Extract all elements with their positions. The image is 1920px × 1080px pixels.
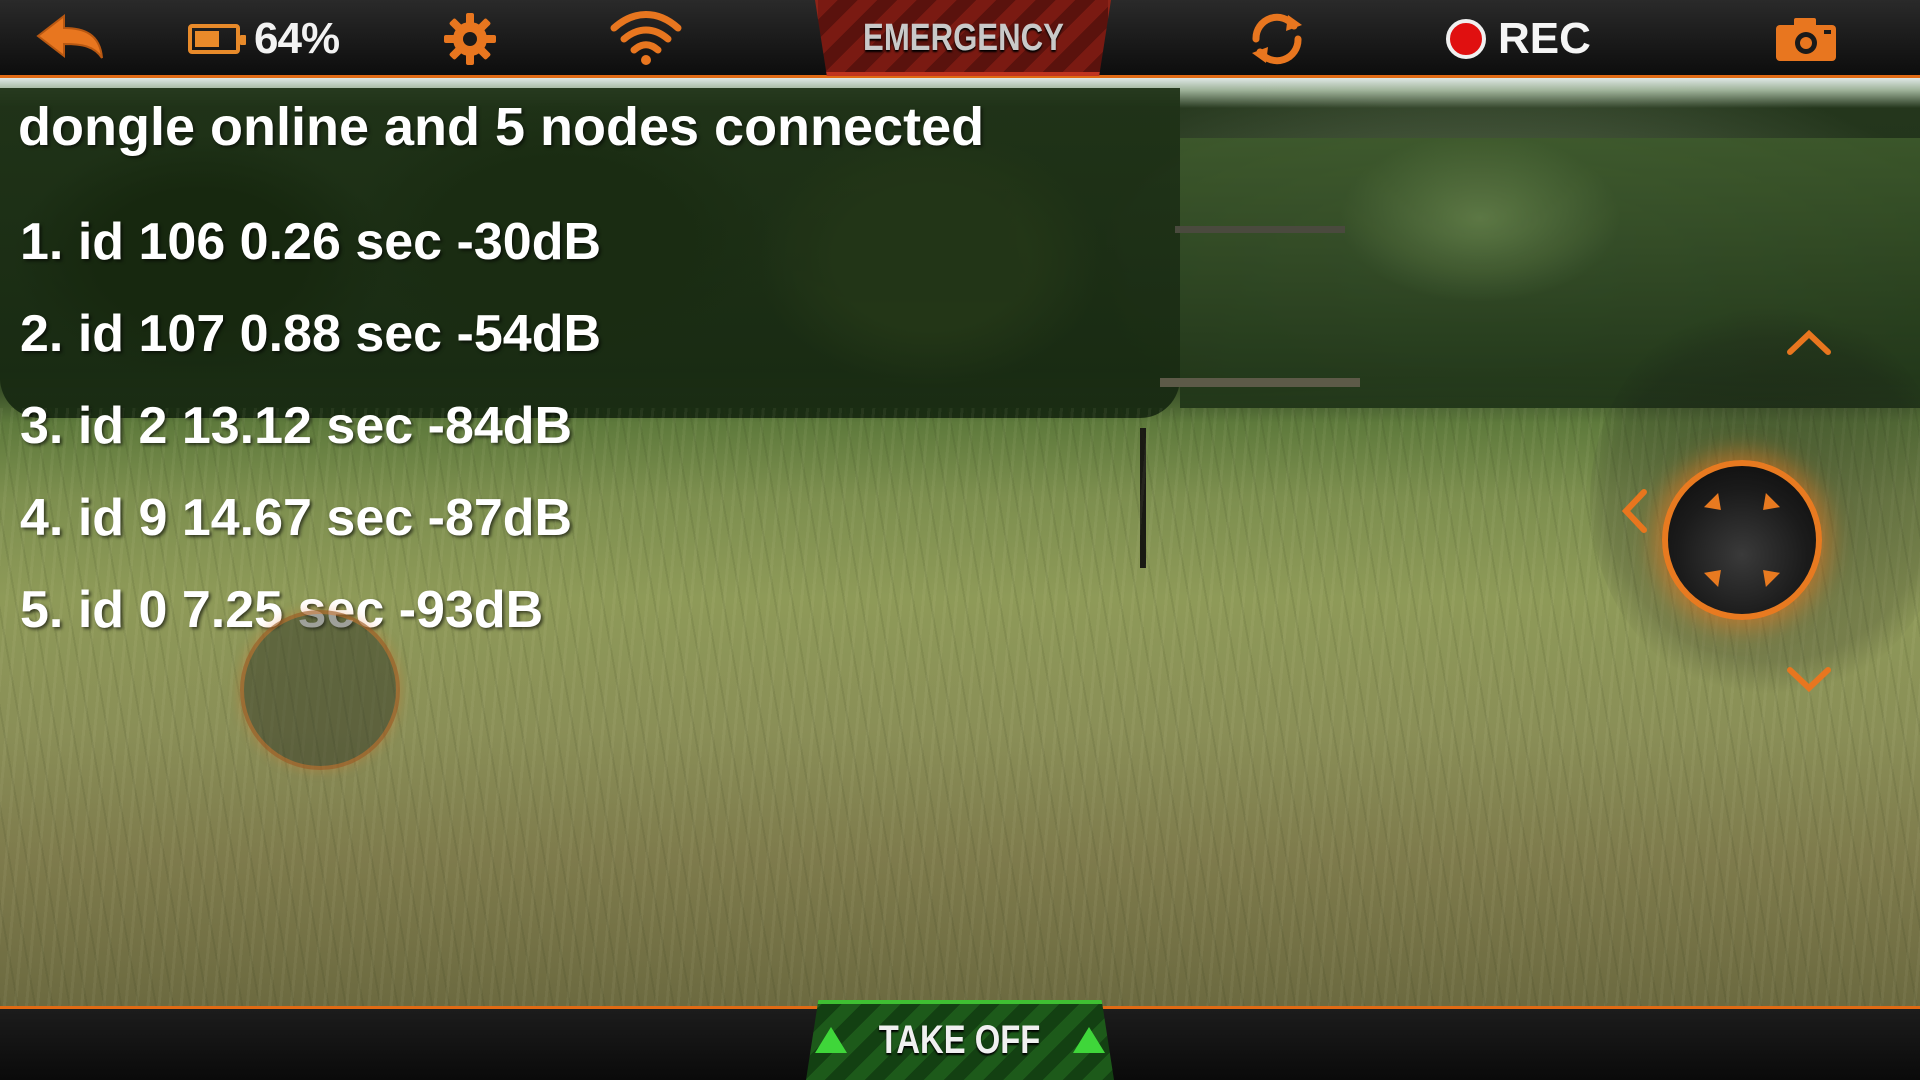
battery-indicator: 64% [188,12,368,66]
arrow-up-icon [815,1027,848,1053]
camera-icon [1776,18,1836,61]
record-dot-icon [1446,19,1486,59]
chevron-left-icon[interactable] [1620,488,1648,534]
left-joystick[interactable] [240,610,400,770]
takeoff-button[interactable]: TAKE OFF [806,1000,1114,1080]
photo-button[interactable] [1772,12,1840,66]
top-toolbar: 64% EMERGENCY REC [0,0,1920,78]
back-arrow-icon [36,14,103,59]
record-label: REC [1498,14,1591,63]
node-item: 3. id 2 13.12 sec -84dB [20,397,573,455]
rotate-camera-icon [1252,13,1302,65]
node-item: 4. id 9 14.67 sec -87dB [20,489,573,547]
right-joystick-knob[interactable] [1662,460,1822,620]
chevron-up-icon[interactable] [1786,328,1832,356]
battery-icon [188,24,246,54]
chevron-down-icon[interactable] [1786,666,1832,694]
fence-rail-bottom [1160,378,1360,387]
direction-arrow-icon [1755,492,1781,518]
battery-percent: 64% [254,14,340,63]
wifi-button[interactable] [608,8,684,68]
takeoff-label: TAKE OFF [879,1017,1041,1062]
emergency-label: EMERGENCY [862,16,1064,59]
record-button[interactable]: REC [1446,8,1626,70]
arrow-up-icon [1072,1027,1105,1053]
back-button[interactable] [30,10,110,68]
node-list: 1. id 106 0.26 sec -30dB 2. id 107 0.88 … [20,212,601,672]
direction-arrow-icon [1703,562,1729,588]
node-item: 2. id 107 0.88 sec -54dB [20,305,602,363]
direction-arrow-icon [1703,492,1729,518]
direction-arrow-icon [1755,562,1781,588]
settings-button[interactable] [438,10,502,68]
connection-status: dongle online and 5 nodes connected [18,97,985,157]
gear-icon [444,13,496,65]
wifi-icon [610,11,682,65]
node-item: 1. id 106 0.26 sec -30dB [20,213,602,271]
emergency-button[interactable]: EMERGENCY [815,0,1111,76]
battery-level [195,31,219,47]
flip-camera-button[interactable] [1242,8,1312,70]
fence-rail-top [1175,226,1345,233]
